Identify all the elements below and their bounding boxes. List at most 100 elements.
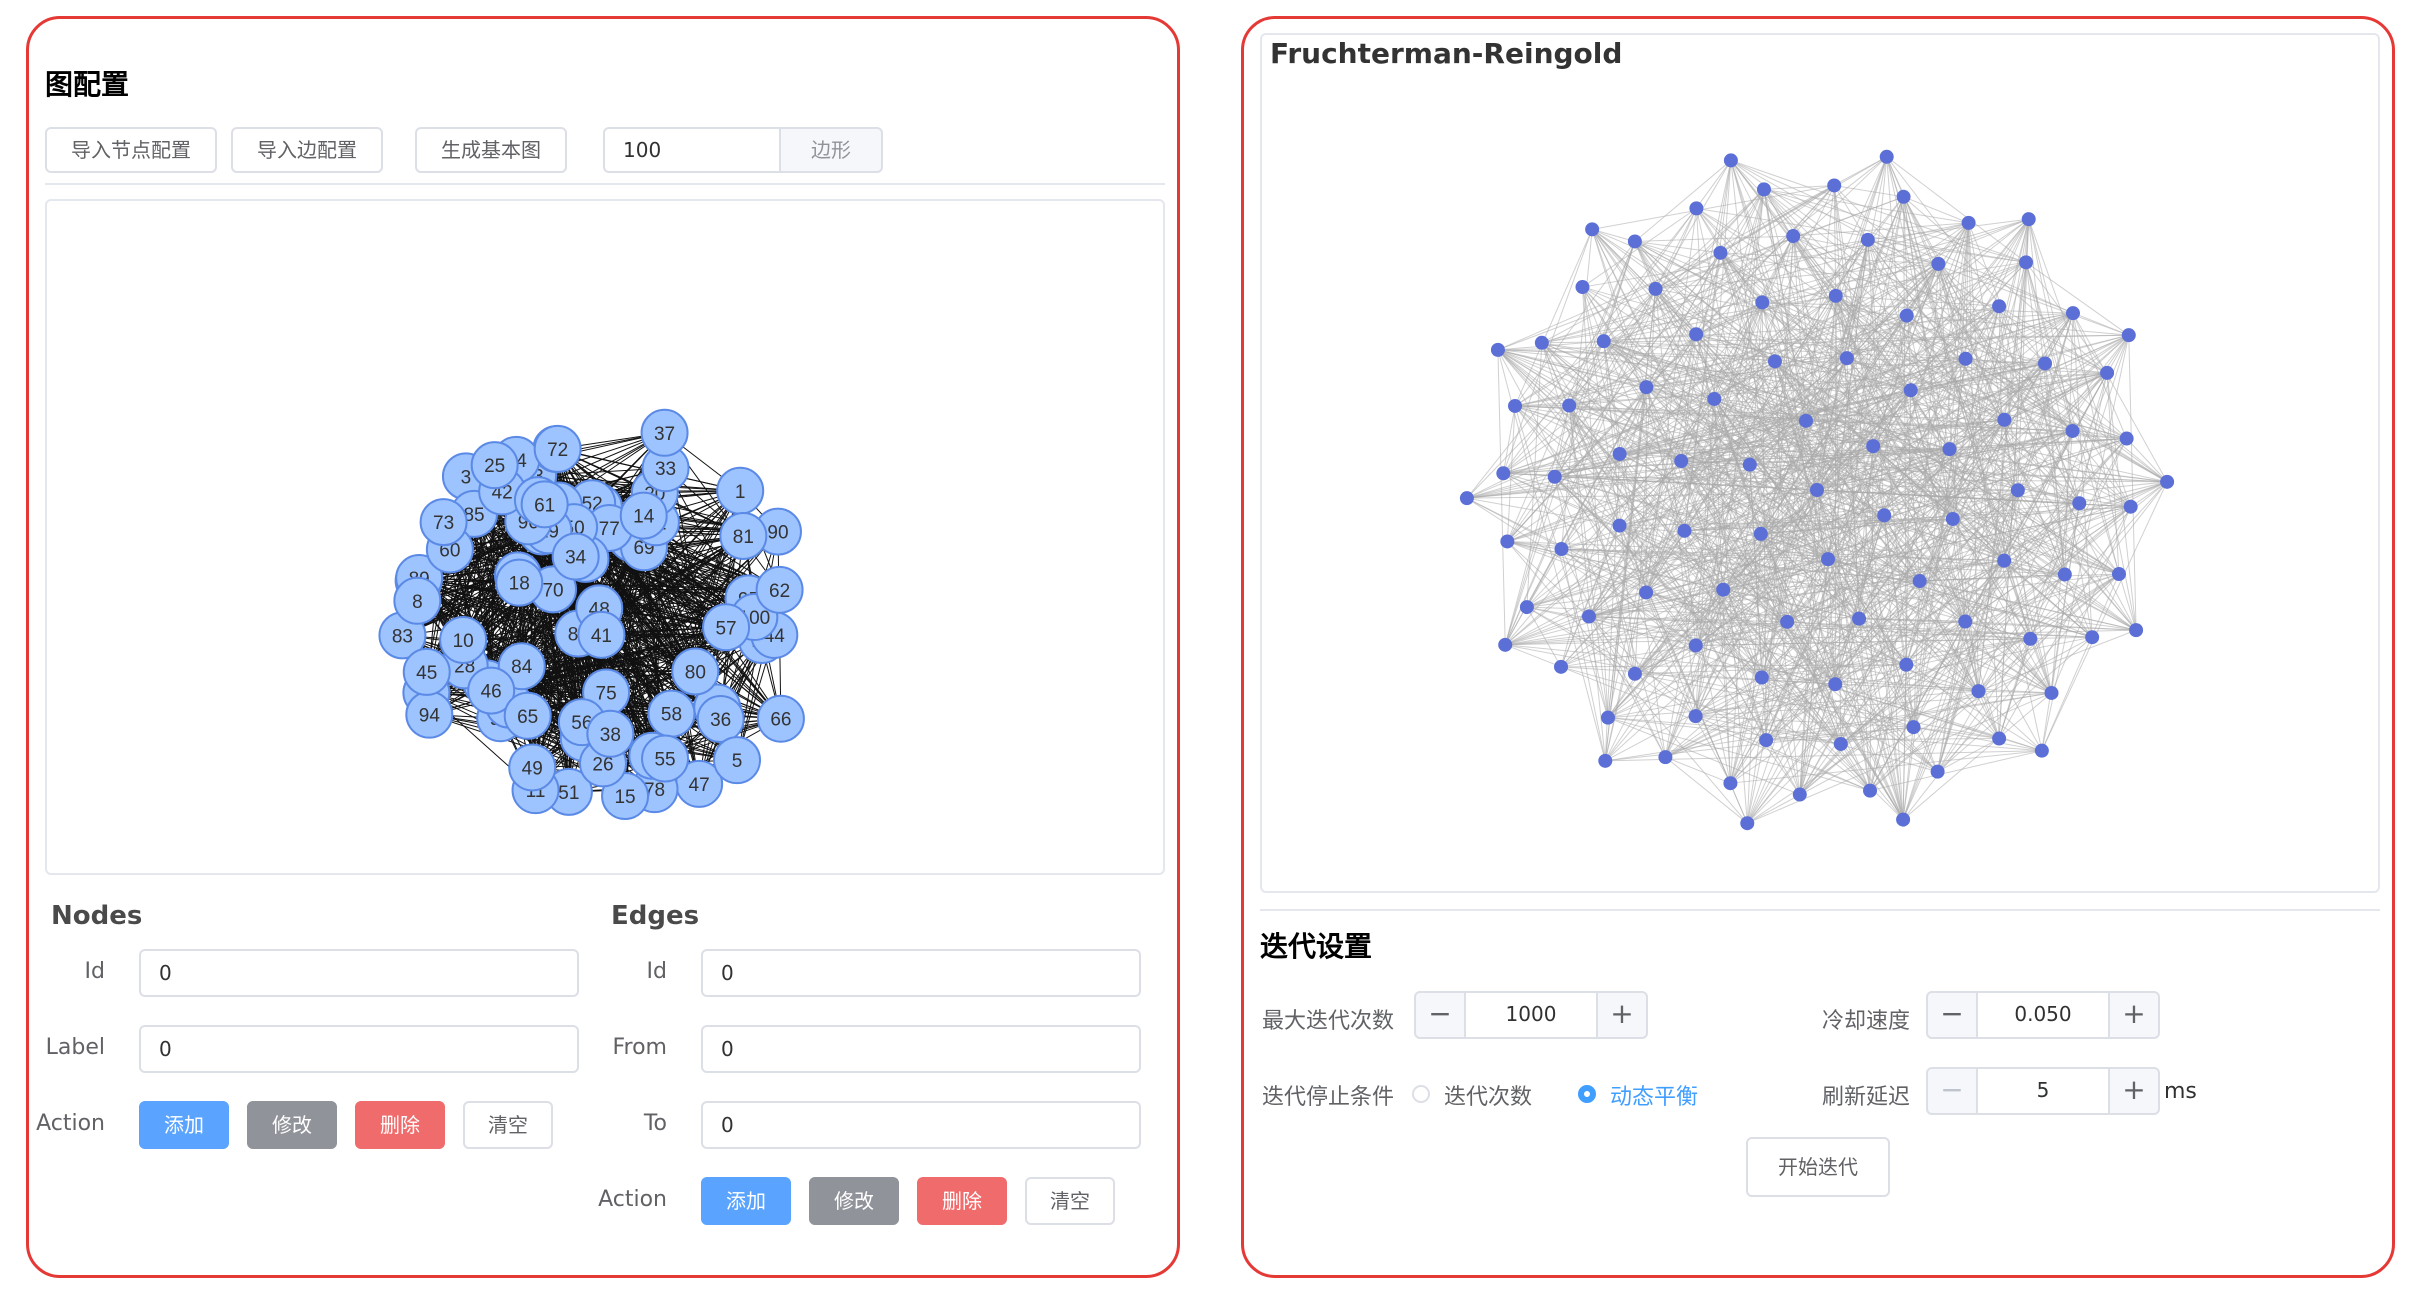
layout-node[interactable] <box>1754 670 1769 685</box>
graph-node[interactable]: 1 <box>716 466 765 515</box>
layout-node[interactable] <box>1575 280 1590 295</box>
layout-node[interactable] <box>2100 365 2115 380</box>
stop-option-iterations-radio[interactable] <box>1412 1085 1430 1103</box>
cooling-increase-button[interactable]: + <box>2108 991 2160 1039</box>
layout-node[interactable] <box>2065 423 2080 438</box>
node-add-button[interactable]: 添加 <box>139 1101 229 1149</box>
layout-node[interactable] <box>1459 491 1474 506</box>
graph-node[interactable]: 94 <box>405 690 454 739</box>
layout-node[interactable] <box>2129 623 2144 638</box>
layout-node[interactable] <box>1912 574 1927 589</box>
layout-node[interactable] <box>2119 431 2134 446</box>
layout-node[interactable] <box>1930 764 1945 779</box>
layout-node[interactable] <box>1713 245 1728 260</box>
layout-node[interactable] <box>2019 255 2034 270</box>
stop-option-equilibrium-label[interactable]: 动态平衡 <box>1610 1079 1698 1111</box>
layout-node[interactable] <box>1828 288 1843 303</box>
graph-node[interactable]: 45 <box>402 647 451 696</box>
layout-node[interactable] <box>1674 454 1689 469</box>
node-label-field[interactable]: 0 <box>139 1025 579 1073</box>
graph-node[interactable]: 66 <box>756 694 805 743</box>
layout-node[interactable] <box>1490 342 1505 357</box>
cooling-value[interactable]: 0.050 <box>1978 991 2108 1039</box>
layout-node[interactable] <box>1997 412 2012 427</box>
layout-node[interactable] <box>2160 474 2175 489</box>
node-edit-button[interactable]: 修改 <box>247 1101 337 1149</box>
layout-node[interactable] <box>1903 383 1918 398</box>
layout-node[interactable] <box>1827 178 1842 193</box>
layout-node[interactable] <box>1780 614 1795 629</box>
layout-node[interactable] <box>2072 496 2087 511</box>
layout-node[interactable] <box>1534 335 1549 350</box>
layout-node[interactable] <box>1961 215 1976 230</box>
generate-graph-button[interactable]: 生成基本图 <box>415 127 567 173</box>
layout-node[interactable] <box>1942 442 1957 457</box>
layout-node[interactable] <box>2111 567 2126 582</box>
polygon-suffix-button[interactable]: 边形 <box>779 127 883 173</box>
graph-node[interactable]: 41 <box>577 610 626 659</box>
layout-node[interactable] <box>1899 657 1914 672</box>
node-id-field[interactable]: 0 <box>139 949 579 997</box>
refresh-decrease-button[interactable]: − <box>1926 1067 1978 1115</box>
max-iter-increase-button[interactable]: + <box>1596 991 1648 1039</box>
cooling-decrease-button[interactable]: − <box>1926 991 1978 1039</box>
layout-node[interactable] <box>1992 299 2007 314</box>
layout-node[interactable] <box>2065 306 2080 321</box>
layout-node[interactable] <box>2044 685 2059 700</box>
layout-node[interactable] <box>1931 256 1946 271</box>
layout-node[interactable] <box>1971 684 1986 699</box>
layout-node[interactable] <box>1508 398 1523 413</box>
layout-node[interactable] <box>1997 553 2012 568</box>
layout-node[interactable] <box>1798 413 1813 428</box>
layout-node[interactable] <box>1958 351 1973 366</box>
layout-node[interactable] <box>1945 511 1960 526</box>
layout-node[interactable] <box>2123 499 2138 514</box>
layout-node[interactable] <box>1688 709 1703 724</box>
layout-node[interactable] <box>1562 398 1577 413</box>
layout-node[interactable] <box>1689 201 1704 216</box>
layout-node[interactable] <box>1879 149 1894 164</box>
layout-node[interactable] <box>1723 776 1738 791</box>
layout-node[interactable] <box>2023 631 2038 646</box>
graph-node[interactable]: 5 <box>712 736 761 785</box>
edge-clear-button[interactable]: 清空 <box>1025 1177 1115 1225</box>
layout-node[interactable] <box>1753 526 1768 541</box>
layout-node[interactable] <box>1498 637 1513 652</box>
layout-node[interactable] <box>1810 483 1824 497</box>
layout-node[interactable] <box>1547 469 1562 484</box>
layout-node[interactable] <box>1828 677 1843 692</box>
layout-node[interactable] <box>1581 609 1596 624</box>
polygon-count-input[interactable]: 100 <box>603 127 781 173</box>
layout-node[interactable] <box>1759 733 1774 748</box>
layout-node[interactable] <box>1860 232 1875 247</box>
layout-node[interactable] <box>1596 334 1611 349</box>
layout-node[interactable] <box>1598 753 1613 768</box>
refresh-increase-button[interactable]: + <box>2108 1067 2160 1115</box>
edge-edit-button[interactable]: 修改 <box>809 1177 899 1225</box>
graph-node[interactable]: 58 <box>647 689 696 738</box>
graph-node[interactable]: 8 <box>393 576 442 625</box>
layout-node[interactable] <box>1992 731 2007 746</box>
graph-editor-canvas[interactable]: 3536347275499781885268906469589795779712… <box>45 199 1165 875</box>
edge-id-field[interactable]: 0 <box>701 949 1141 997</box>
layout-node[interactable] <box>2034 743 2049 758</box>
layout-node[interactable] <box>1500 534 1515 549</box>
layout-node[interactable] <box>1612 518 1627 533</box>
layout-node[interactable] <box>1899 308 1914 323</box>
graph-node[interactable]: 65 <box>503 691 552 740</box>
layout-node[interactable] <box>1519 600 1534 615</box>
graph-node[interactable]: 10 <box>439 615 488 664</box>
import-nodes-button[interactable]: 导入节点配置 <box>45 127 217 173</box>
layout-node[interactable] <box>1767 354 1782 369</box>
layout-node[interactable] <box>1648 281 1663 296</box>
layout-node[interactable] <box>1896 812 1911 827</box>
graph-node[interactable]: 80 <box>671 647 720 696</box>
graph-node[interactable]: 38 <box>586 709 635 758</box>
layout-node[interactable] <box>1756 182 1771 197</box>
layout-node[interactable] <box>1863 783 1878 798</box>
layout-node[interactable] <box>1958 614 1973 629</box>
graph-node[interactable]: 18 <box>495 558 544 607</box>
layout-node[interactable] <box>1839 351 1854 366</box>
refresh-value[interactable]: 5 <box>1978 1067 2108 1115</box>
max-iter-decrease-button[interactable]: − <box>1414 991 1466 1039</box>
